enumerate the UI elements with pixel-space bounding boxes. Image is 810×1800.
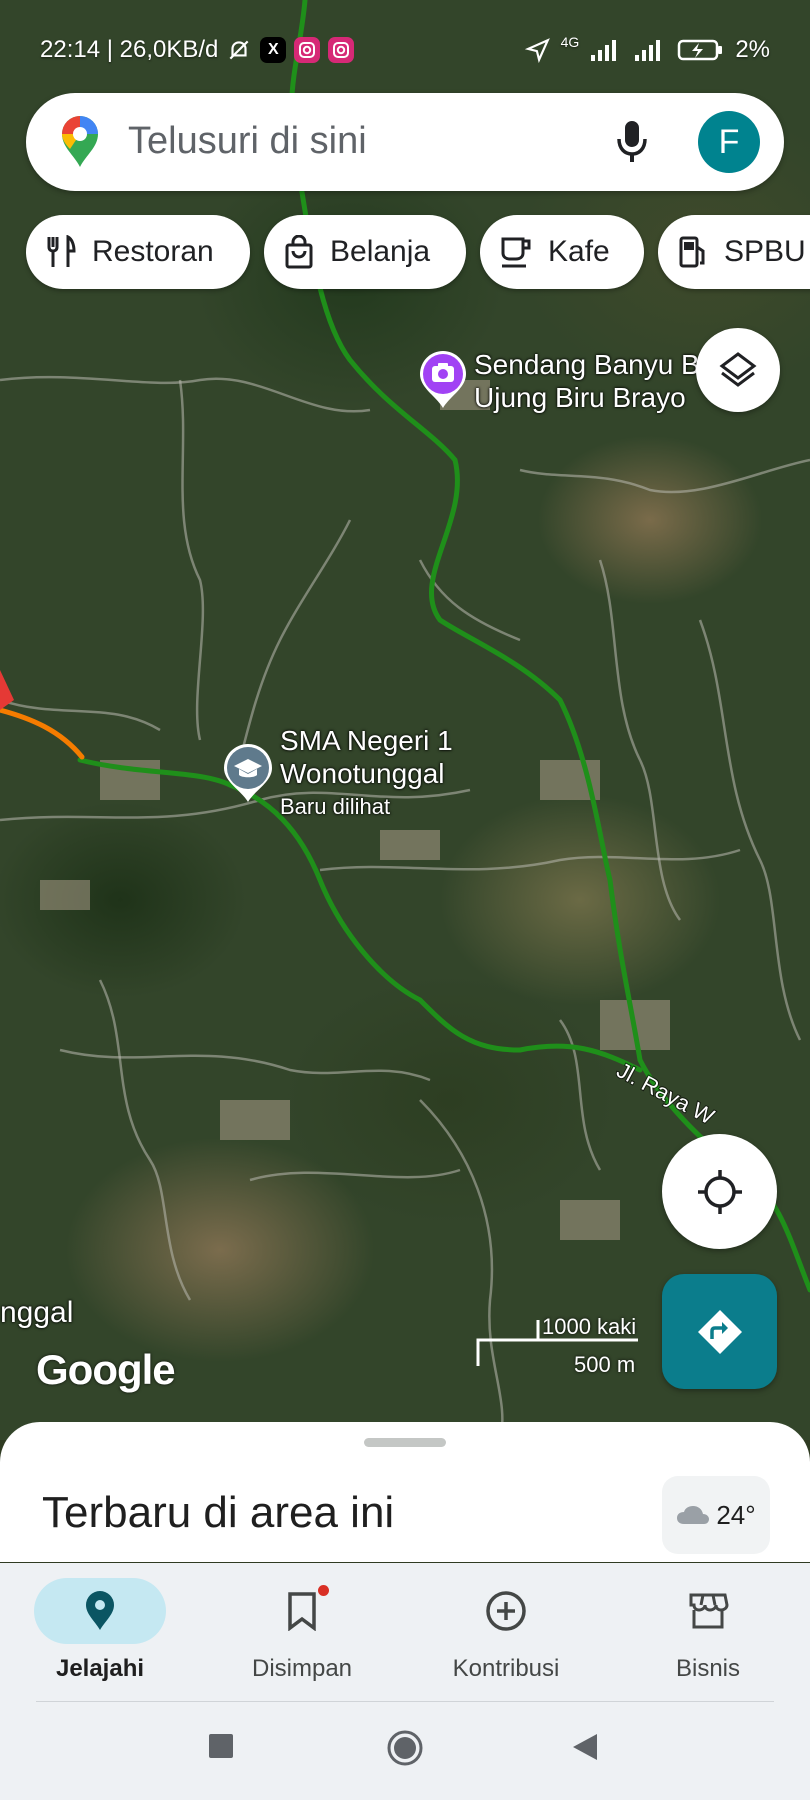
chip-label: Restoran xyxy=(92,235,214,268)
fork-knife-icon xyxy=(47,235,76,267)
nav-label: Disimpan xyxy=(251,1655,353,1682)
coffee-cup-icon xyxy=(501,237,531,268)
bottom-sheet[interactable]: Terbaru di area ini 24° xyxy=(0,1422,810,1562)
nav-kontribusi[interactable]: Kontribusi xyxy=(416,1579,596,1683)
layers-icon xyxy=(719,352,757,387)
signal-icon xyxy=(591,40,617,61)
nav-disimpan[interactable]: Disimpan xyxy=(212,1579,392,1683)
nav-label: Kontribusi xyxy=(452,1655,560,1682)
directions-icon xyxy=(697,1309,742,1354)
back-triangle-icon xyxy=(573,1734,597,1760)
nav-divider xyxy=(36,1701,774,1702)
poi-name: SMA Negeri 1 Wonotunggal Baru dilihat xyxy=(280,725,453,819)
nav-label: Bisnis xyxy=(675,1655,741,1682)
weather-chip[interactable]: 24° xyxy=(662,1476,770,1554)
home-button[interactable] xyxy=(386,1729,424,1772)
google-maps-pin-icon xyxy=(62,116,98,167)
scale-metric: 500 m xyxy=(574,1352,636,1377)
school-icon xyxy=(224,744,272,802)
directions-button[interactable] xyxy=(662,1274,777,1389)
explore-pin-icon xyxy=(86,1591,114,1630)
chip-label: SPBU xyxy=(724,235,806,268)
my-location-button[interactable] xyxy=(662,1134,777,1249)
chip-label: Kafe xyxy=(548,235,610,268)
back-button[interactable] xyxy=(572,1733,598,1766)
nav-jelajahi[interactable]: Jelajahi xyxy=(10,1578,190,1683)
sheet-title: Terbaru di area ini xyxy=(42,1488,395,1537)
shopping-bag-icon xyxy=(285,235,313,269)
storefront-icon xyxy=(689,1593,729,1629)
microphone-icon[interactable] xyxy=(614,117,650,167)
status-time: 22:14 | 26,0KB/d xyxy=(40,36,219,63)
add-circle-icon xyxy=(486,1591,526,1631)
recents-button[interactable] xyxy=(208,1733,234,1764)
chip-belanja[interactable]: Belanja xyxy=(264,215,466,289)
account-avatar[interactable]: F xyxy=(698,111,760,173)
chip-kafe[interactable]: Kafe xyxy=(480,215,644,289)
instagram-icon xyxy=(328,37,355,63)
nav-label: Jelajahi xyxy=(55,1655,145,1682)
search-input[interactable]: Telusuri di sini xyxy=(128,120,367,163)
location-arrow-icon xyxy=(524,38,550,63)
signal-icon xyxy=(635,40,661,61)
x-app-icon: X xyxy=(260,37,287,63)
sheet-drag-handle[interactable] xyxy=(364,1438,446,1447)
square-icon xyxy=(209,1734,233,1758)
status-bar: 22:14 | 26,0KB/d X 4G 2% xyxy=(0,30,810,70)
google-attribution: Google xyxy=(36,1346,176,1393)
chip-restoran[interactable]: Restoran xyxy=(26,215,250,289)
scale-imperial: 1000 kaki xyxy=(542,1314,637,1339)
bottom-navigation: Jelajahi Disimpan Kontribusi Bisnis xyxy=(0,1563,810,1800)
instagram-icon xyxy=(294,37,321,63)
weather-temp: 24° xyxy=(716,1499,756,1530)
notification-dot xyxy=(318,1585,329,1596)
edge-place-label: nggal xyxy=(0,1296,74,1329)
network-type: 4G xyxy=(560,34,580,50)
home-circle-icon xyxy=(387,1730,423,1766)
search-bar[interactable]: Telusuri di sini F xyxy=(26,93,784,191)
bookmark-icon xyxy=(288,1592,316,1631)
gas-station-icon xyxy=(679,236,705,268)
road-label: Jl. Raya W xyxy=(613,1057,719,1129)
notifications-off-icon xyxy=(229,40,249,60)
chip-spbu[interactable]: SPBU xyxy=(658,215,810,289)
layers-button[interactable] xyxy=(696,328,780,412)
chip-label: Belanja xyxy=(330,235,431,268)
battery-percent: 2% xyxy=(735,36,770,63)
poi-name: Sendang Banyu Bi Ujung Biru Brayo xyxy=(474,349,706,413)
nav-bisnis[interactable]: Bisnis xyxy=(618,1579,798,1683)
camera-icon xyxy=(420,351,466,408)
cloud-icon xyxy=(677,1506,710,1524)
crosshair-icon xyxy=(697,1169,742,1214)
battery-charging-icon xyxy=(678,39,723,61)
